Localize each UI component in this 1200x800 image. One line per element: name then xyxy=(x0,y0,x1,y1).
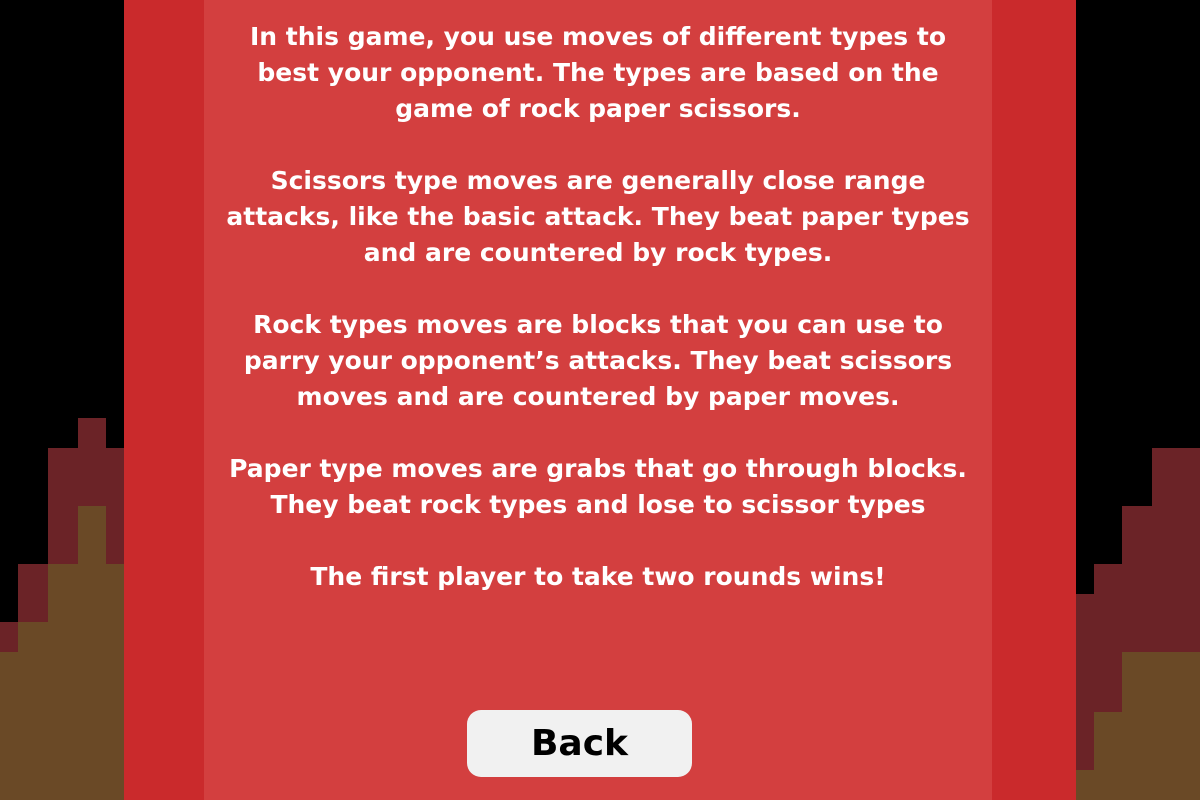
flame-decoration-right xyxy=(1076,0,1200,800)
rules-intro-paragraph: In this game, you use moves of different… xyxy=(249,22,947,123)
rules-panel-frame: In this game, you use moves of different… xyxy=(124,0,1076,800)
rules-paper-paragraph: Paper type moves are grabs that go throu… xyxy=(229,454,967,519)
flame-decoration-left xyxy=(0,0,124,800)
back-button[interactable]: Back xyxy=(467,710,692,777)
rules-rock-paragraph: Rock types moves are blocks that you can… xyxy=(243,310,953,411)
how-to-play-screen: In this game, you use moves of different… xyxy=(0,0,1200,800)
rules-scissors-paragraph: Scissors type moves are generally close … xyxy=(226,166,970,267)
rules-win-condition-paragraph: The first player to take two rounds wins… xyxy=(310,562,886,591)
rules-text: In this game, you use moves of different… xyxy=(204,19,992,631)
rules-panel: In this game, you use moves of different… xyxy=(204,0,992,800)
